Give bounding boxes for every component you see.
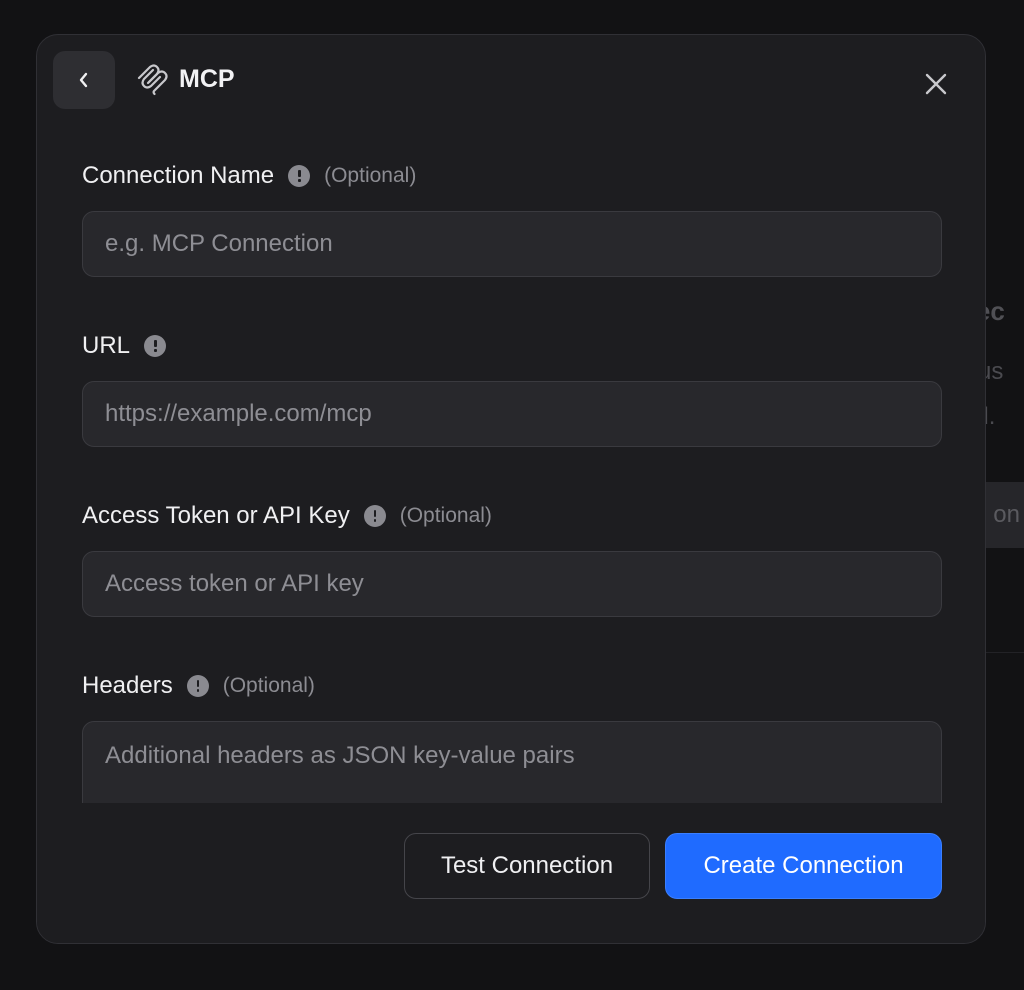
url-input[interactable] <box>105 400 919 428</box>
info-icon[interactable] <box>363 505 386 527</box>
url-label-row: URL <box>82 329 942 363</box>
url-field: URL <box>82 329 942 447</box>
chevron-left-icon <box>79 72 88 88</box>
dialog-title: MCP <box>179 65 235 93</box>
mcp-connection-dialog: MCP Connection Name (Optional) URL <box>36 34 986 944</box>
optional-tag: (Optional) <box>399 504 492 527</box>
access-token-label: Access Token or API Key <box>82 502 350 529</box>
info-icon[interactable] <box>186 675 209 697</box>
close-icon <box>925 73 947 95</box>
access-token-input-wrapper <box>82 551 942 617</box>
connection-name-label: Connection Name <box>82 162 275 189</box>
optional-tag: (Optional) <box>324 164 417 187</box>
info-icon[interactable] <box>144 335 167 357</box>
access-token-input[interactable] <box>105 570 919 598</box>
mcp-logo-icon <box>137 64 168 96</box>
headers-label-row: Headers (Optional) <box>82 669 942 703</box>
test-connection-button[interactable]: Test Connection <box>404 833 650 899</box>
connection-name-input-wrapper <box>82 211 942 277</box>
info-icon[interactable] <box>288 165 311 187</box>
form-scroll-area[interactable]: Connection Name (Optional) URL Access To… <box>37 135 985 803</box>
create-connection-button[interactable]: Create Connection <box>665 833 942 899</box>
connection-name-label-row: Connection Name (Optional) <box>82 159 942 193</box>
access-token-label-row: Access Token or API Key (Optional) <box>82 499 942 533</box>
headers-textarea[interactable] <box>105 742 919 803</box>
connection-name-input[interactable] <box>105 230 919 258</box>
headers-field: Headers (Optional) <box>82 669 942 803</box>
background-button-label: on <box>993 501 1020 528</box>
dialog-footer: Test Connection Create Connection <box>37 803 985 943</box>
headers-label: Headers <box>82 672 173 699</box>
url-label: URL <box>82 332 131 359</box>
access-token-field: Access Token or API Key (Optional) <box>82 499 942 617</box>
connection-name-field: Connection Name (Optional) <box>82 159 942 277</box>
url-input-wrapper <box>82 381 942 447</box>
close-button[interactable] <box>917 65 955 103</box>
headers-textarea-wrapper <box>82 721 942 803</box>
back-button[interactable] <box>53 51 115 109</box>
optional-tag: (Optional) <box>222 674 315 697</box>
